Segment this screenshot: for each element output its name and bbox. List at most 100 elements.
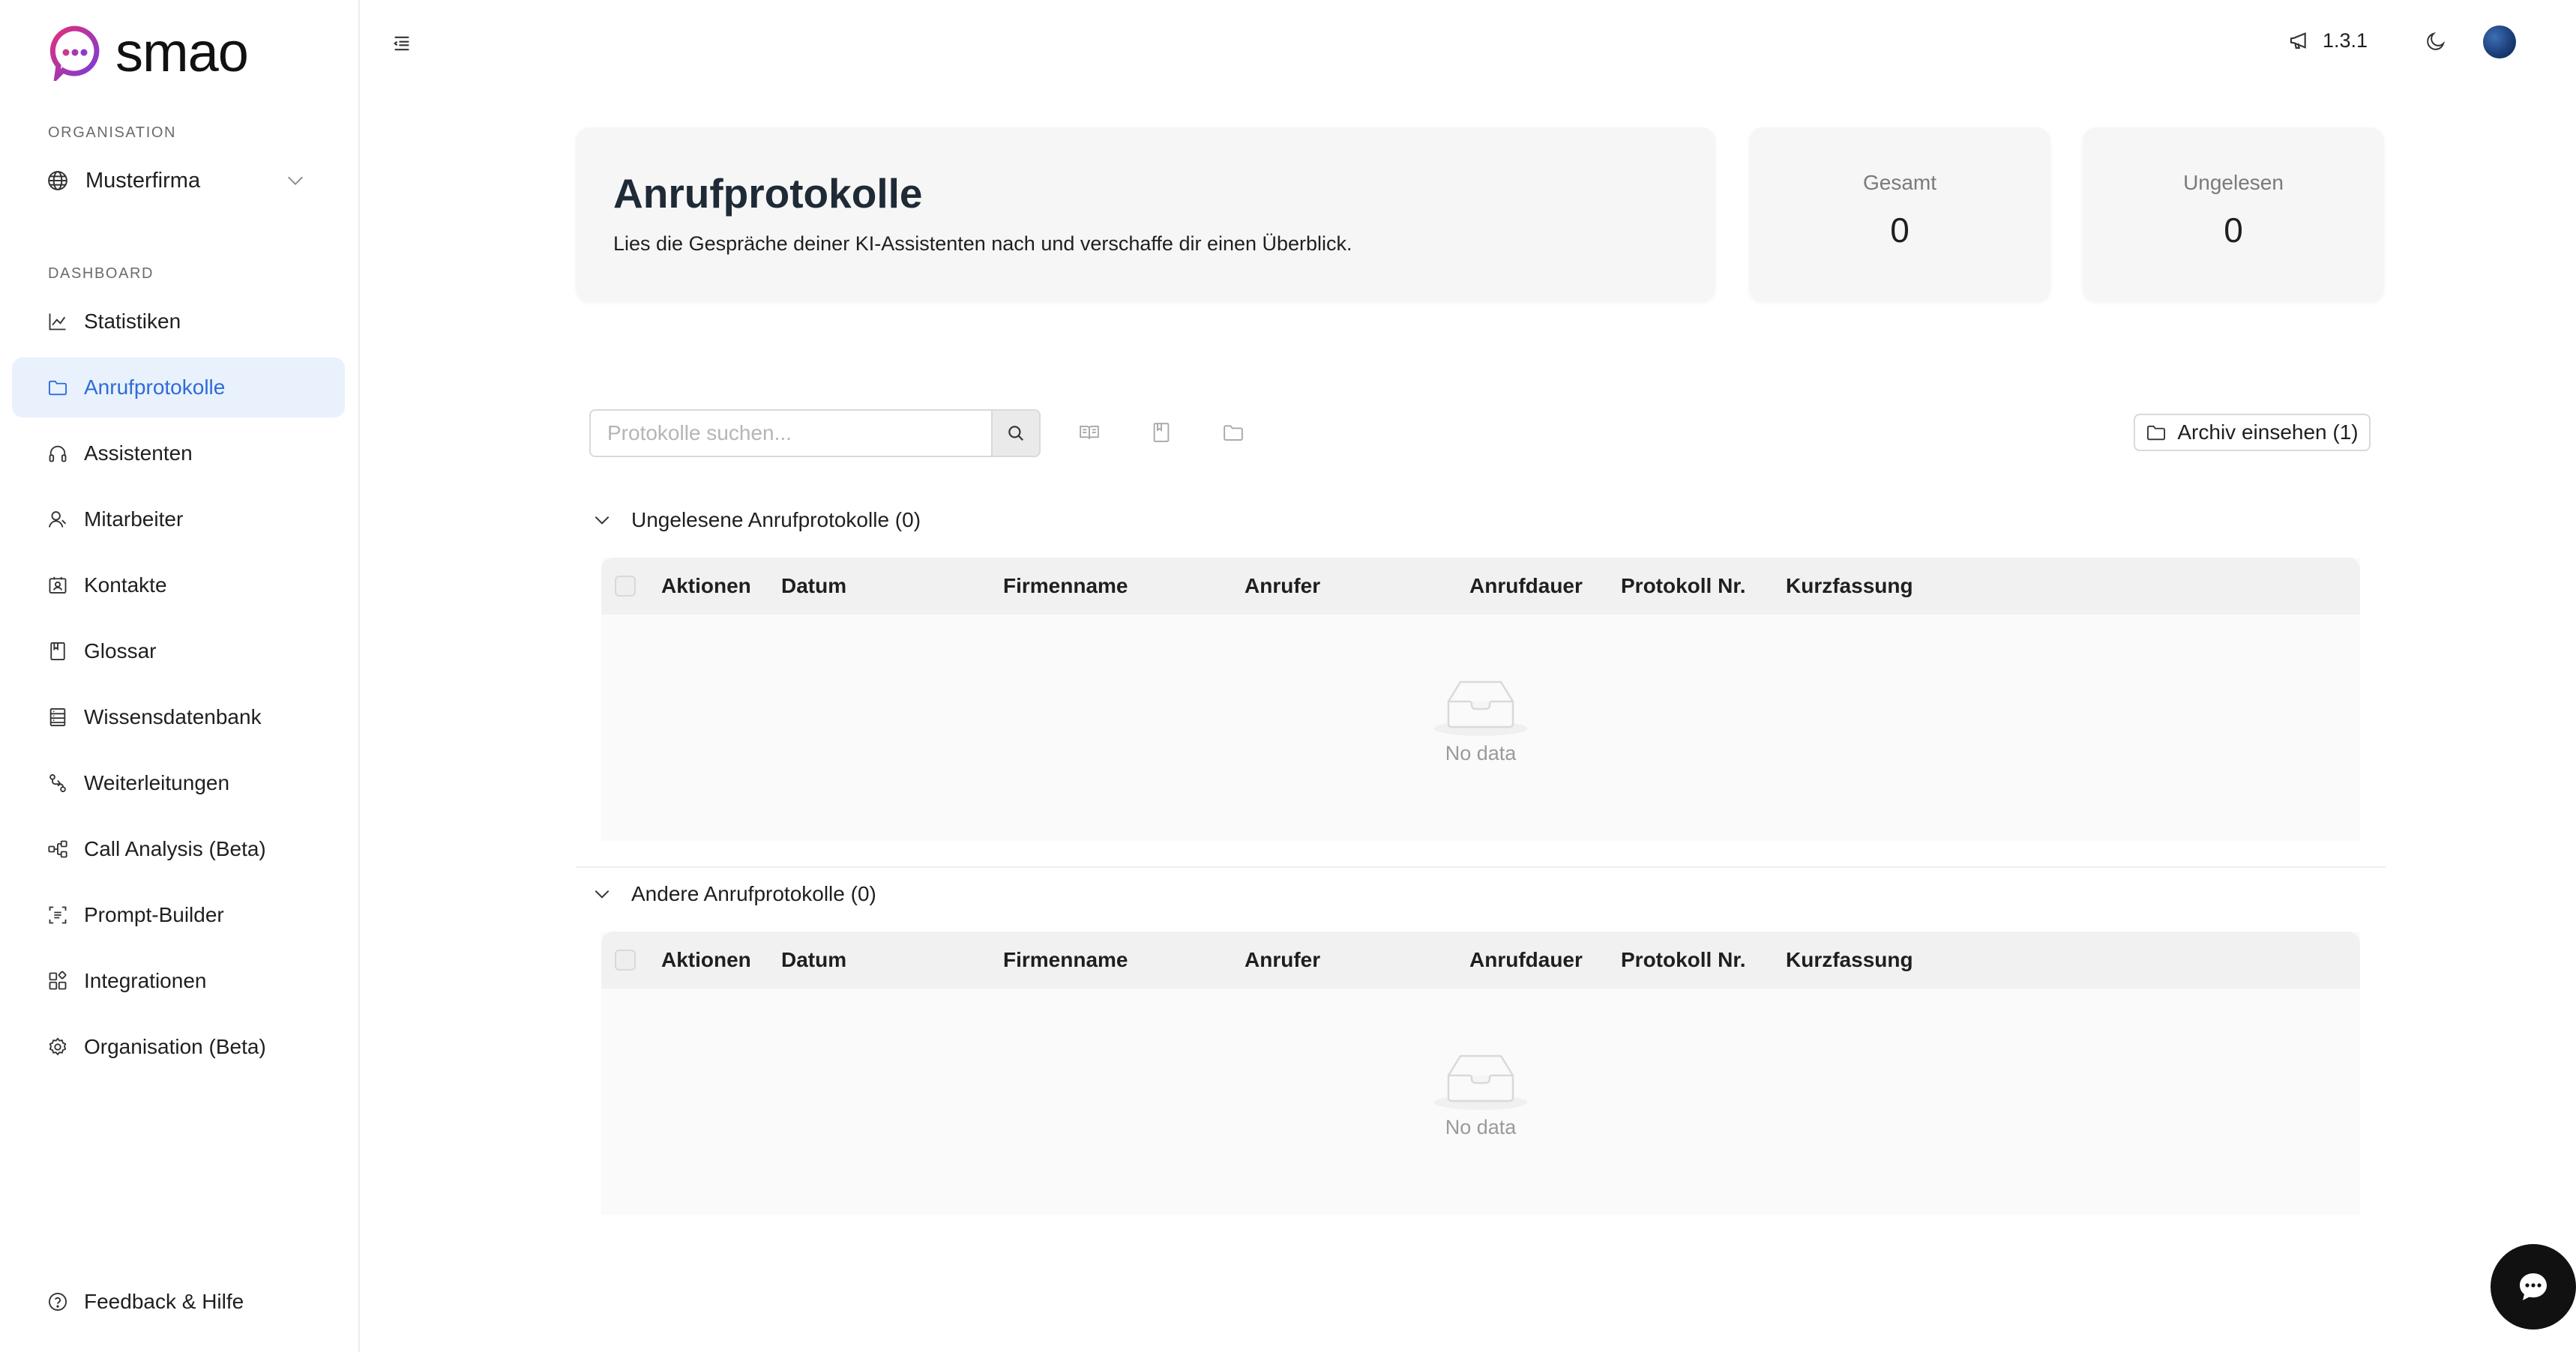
- book-icon: [1153, 423, 1170, 442]
- page-header-card: Anrufprotokolle Lies die Gespräche deine…: [576, 127, 1715, 301]
- database-icon: [46, 706, 69, 728]
- section-toggle-unread[interactable]: Ungelesene Anrufprotokolle (0): [592, 508, 921, 532]
- folder-icon: [2147, 425, 2166, 441]
- sidebar-toggle-button[interactable]: [391, 33, 412, 54]
- other-table: Aktionen Datum Firmenname Anrufer Anrufd…: [601, 932, 2360, 1215]
- sidebar-item-anrufprotokolle[interactable]: Anrufprotokolle: [12, 357, 345, 417]
- empty-inbox-icon: [1434, 680, 1527, 736]
- sidebar-item-kontakte[interactable]: Kontakte: [12, 555, 345, 615]
- dark-mode-toggle[interactable]: [2425, 30, 2447, 52]
- headphones-icon: [46, 442, 69, 465]
- sidebar-item-prompt-builder[interactable]: Prompt-Builder: [12, 885, 345, 945]
- analysis-icon: [46, 838, 69, 860]
- column-header-anrufdauer[interactable]: Anrufdauer: [1469, 948, 1583, 972]
- gear-icon: [46, 1036, 69, 1058]
- version-label: 1.3.1: [2323, 28, 2368, 52]
- help-circle-icon: [46, 1291, 69, 1313]
- sidebar-item-wissensdatenbank[interactable]: Wissensdatenbank: [12, 687, 345, 747]
- smao-logo-icon: [49, 25, 100, 81]
- chevron-down-icon: [288, 176, 303, 185]
- folder-icon: [46, 376, 69, 399]
- sidebar-item-label: Glossar: [84, 639, 157, 663]
- user-icon: [46, 508, 69, 531]
- sidebar-item-weiterleitungen[interactable]: Weiterleitungen: [12, 753, 345, 813]
- search-icon: [1008, 426, 1023, 441]
- column-header-anrufer[interactable]: Anrufer: [1245, 948, 1320, 972]
- sidebar-item-organisation[interactable]: Organisation (Beta): [12, 1017, 345, 1077]
- sidebar-item-label: Call Analysis (Beta): [84, 837, 266, 860]
- chart-line-icon: [46, 310, 69, 333]
- archive-selected-button[interactable]: [1222, 421, 1245, 444]
- column-header-firmenname[interactable]: Firmenname: [1003, 574, 1128, 598]
- column-header-datum[interactable]: Datum: [781, 948, 846, 972]
- search-input[interactable]: [591, 411, 991, 456]
- sidebar-item-label: Prompt-Builder: [84, 903, 224, 926]
- stat-card-ungelesen: Ungelesen 0: [2083, 127, 2384, 301]
- feedback-help-link[interactable]: Feedback & Hilfe: [12, 1272, 345, 1332]
- sidebar-item-assistenten[interactable]: Assistenten: [12, 423, 345, 483]
- builder-icon: [46, 904, 69, 926]
- empty-state: No data: [601, 1048, 2360, 1139]
- column-header-firmenname[interactable]: Firmenname: [1003, 948, 1128, 972]
- select-all-checkbox[interactable]: [615, 576, 636, 597]
- column-header-anrufer[interactable]: Anrufer: [1245, 574, 1320, 598]
- column-header-datum[interactable]: Datum: [781, 574, 846, 598]
- sidebar-item-label: Statistiken: [84, 310, 181, 333]
- chat-button[interactable]: [2491, 1244, 2576, 1330]
- integrations-icon: [46, 970, 69, 992]
- folder-icon: [1224, 425, 1243, 441]
- organisation-label: ORGANISATION: [48, 124, 177, 141]
- table-header: Aktionen Datum Firmenname Anrufer Anrufd…: [601, 558, 2360, 615]
- empty-text: No data: [1445, 1116, 1517, 1138]
- mark-read-button[interactable]: [1078, 421, 1101, 444]
- sidebar-item-label: Mitarbeiter: [84, 507, 184, 531]
- search-button[interactable]: [991, 411, 1039, 456]
- sidebar-item-glossar[interactable]: Glossar: [12, 621, 345, 681]
- sidebar-item-integrationen[interactable]: Integrationen: [12, 951, 345, 1011]
- sidebar-item-label: Assistenten: [84, 441, 193, 465]
- contacts-icon: [46, 574, 69, 597]
- page-title: Anrufprotokolle: [613, 170, 923, 217]
- sidebar-item-label: Kontakte: [84, 573, 167, 597]
- empty-state: No data: [601, 675, 2360, 765]
- smao-logo[interactable]: smao: [46, 21, 249, 83]
- mark-unread-button[interactable]: [1150, 421, 1173, 444]
- megaphone-icon: [2290, 32, 2306, 49]
- divider: [576, 866, 2386, 868]
- sidebar-item-label: Organisation (Beta): [84, 1035, 266, 1058]
- section-toggle-other[interactable]: Andere Anrufprotokolle (0): [592, 882, 876, 906]
- open-book-icon: [1080, 425, 1099, 439]
- menu-fold-icon: [393, 36, 409, 51]
- sidebar-item-statistiken[interactable]: Statistiken: [12, 292, 345, 351]
- view-archive-button[interactable]: Archiv einsehen (1): [2134, 414, 2371, 451]
- view-archive-label: Archiv einsehen (1): [2177, 420, 2359, 444]
- section-title: Andere Anrufprotokolle (0): [631, 882, 876, 905]
- avatar[interactable]: [2483, 25, 2516, 58]
- column-header-kurzfassung: Kurzfassung: [1786, 948, 1913, 971]
- sidebar-item-call-analysis[interactable]: Call Analysis (Beta): [12, 819, 345, 879]
- sidebar-item-label: Integrationen: [84, 969, 207, 992]
- column-header-anrufdauer[interactable]: Anrufdauer: [1469, 574, 1583, 598]
- column-header-aktionen: Aktionen: [661, 574, 751, 597]
- sidebar-item-mitarbeiter[interactable]: Mitarbeiter: [12, 489, 345, 549]
- forward-icon: [46, 772, 69, 794]
- feedback-help-label: Feedback & Hilfe: [84, 1290, 244, 1313]
- logo-text: smao: [115, 21, 249, 83]
- stat-value: 0: [1890, 211, 1910, 250]
- dashboard-label: DASHBOARD: [48, 265, 154, 282]
- select-all-checkbox[interactable]: [615, 950, 636, 971]
- column-header-aktionen: Aktionen: [661, 948, 751, 971]
- empty-inbox-icon: [1434, 1054, 1527, 1110]
- stat-label: Gesamt: [1862, 171, 1937, 194]
- sidebar-item-label: Wissensdatenbank: [84, 705, 262, 728]
- unread-table: Aktionen Datum Firmenname Anrufer Anrufd…: [601, 558, 2360, 841]
- empty-text: No data: [1445, 742, 1517, 764]
- section-title: Ungelesene Anrufprotokolle (0): [631, 508, 921, 531]
- chevron-down-icon: [595, 890, 610, 899]
- organisation-select[interactable]: Musterfirma: [46, 162, 306, 199]
- stat-label: Ungelesen: [2183, 171, 2284, 194]
- sidebar-item-label: Weiterleitungen: [84, 771, 230, 794]
- column-header-protokoll-nr[interactable]: Protokoll Nr.: [1621, 948, 1745, 972]
- release-notes-button[interactable]: 1.3.1: [2288, 28, 2368, 52]
- column-header-protokoll-nr[interactable]: Protokoll Nr.: [1621, 574, 1745, 598]
